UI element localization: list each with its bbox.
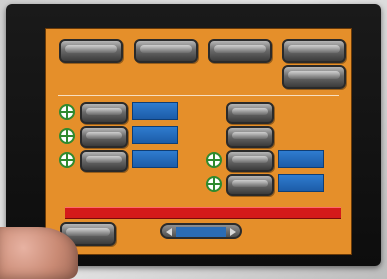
chevron-left-icon[interactable] bbox=[166, 228, 172, 236]
left-row-3-button[interactable] bbox=[80, 150, 128, 172]
page-selector-text bbox=[176, 227, 226, 237]
left-row-2-button[interactable] bbox=[80, 126, 128, 148]
top-button-2[interactable] bbox=[134, 39, 198, 63]
top-button-1[interactable] bbox=[59, 39, 123, 63]
left-row-3-value-field[interactable] bbox=[132, 150, 178, 168]
left-row-1-value-field[interactable] bbox=[132, 102, 178, 120]
page-selector[interactable] bbox=[160, 223, 242, 239]
chevron-right-icon[interactable] bbox=[230, 228, 236, 236]
right-row-3-value-field[interactable] bbox=[278, 150, 324, 168]
right-row-4-button[interactable] bbox=[226, 174, 274, 196]
top-button-5[interactable] bbox=[282, 65, 346, 89]
plus-target-icon[interactable] bbox=[59, 128, 75, 144]
touch-screen bbox=[45, 28, 352, 255]
right-row-3-button[interactable] bbox=[226, 150, 274, 172]
plus-target-icon[interactable] bbox=[206, 152, 222, 168]
plus-target-icon[interactable] bbox=[206, 176, 222, 192]
status-bar bbox=[65, 207, 341, 219]
plus-target-icon[interactable] bbox=[59, 104, 75, 120]
right-row-4-value-field[interactable] bbox=[278, 174, 324, 192]
left-row-2-value-field[interactable] bbox=[132, 126, 178, 144]
top-button-3[interactable] bbox=[208, 39, 272, 63]
finger-foreground bbox=[0, 227, 78, 279]
top-button-4[interactable] bbox=[282, 39, 346, 63]
plus-target-icon[interactable] bbox=[59, 152, 75, 168]
right-row-2-button[interactable] bbox=[226, 126, 274, 148]
section-divider bbox=[58, 95, 339, 96]
right-row-1-button[interactable] bbox=[226, 102, 274, 124]
left-row-1-button[interactable] bbox=[80, 102, 128, 124]
